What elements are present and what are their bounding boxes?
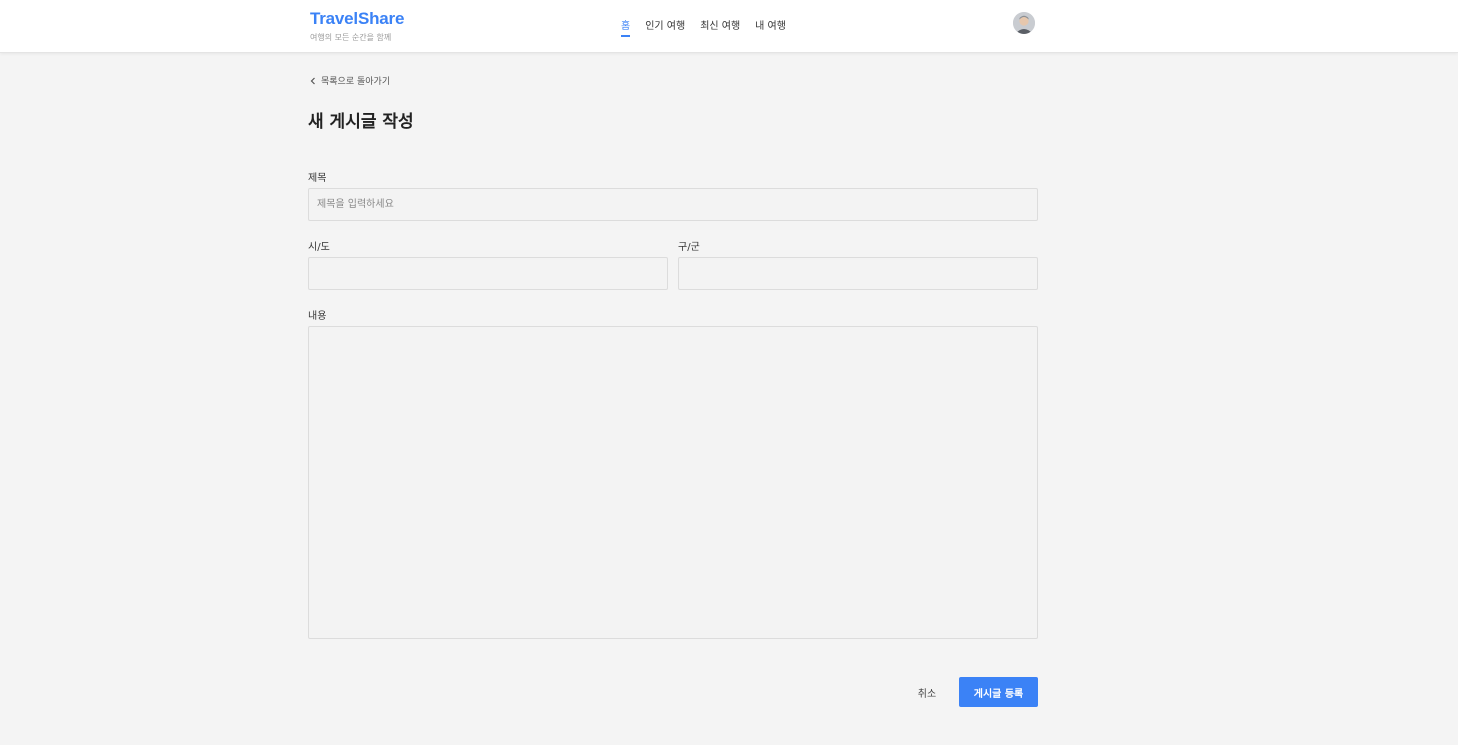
- user-avatar-icon: [1013, 12, 1035, 34]
- page-title: 새 게시글 작성: [308, 112, 414, 132]
- back-to-list-link[interactable]: 목록으로 돌아가기: [310, 74, 390, 87]
- brand[interactable]: TravelShare 여행의 모든 순간을 함께: [310, 9, 404, 43]
- user-avatar[interactable]: [1013, 12, 1035, 34]
- chevron-left-icon: [310, 77, 315, 84]
- nav-popular-trips[interactable]: 인기 여행: [645, 17, 685, 37]
- nav-home[interactable]: 홈: [621, 17, 631, 37]
- district-input[interactable]: [678, 257, 1038, 290]
- nav-latest-trips[interactable]: 최신 여행: [700, 17, 740, 37]
- brand-tagline: 여행의 모든 순간을 함께: [310, 33, 392, 42]
- district-label: 구/군: [678, 242, 700, 253]
- title-input[interactable]: [308, 188, 1038, 221]
- city-input[interactable]: [308, 257, 668, 290]
- top-header: TravelShare 여행의 모든 순간을 함께 홈 인기 여행 최신 여행 …: [0, 0, 1458, 53]
- brand-logo-text[interactable]: TravelShare: [310, 9, 404, 29]
- cancel-button[interactable]: 취소: [905, 677, 949, 707]
- main-nav: 홈 인기 여행 최신 여행 내 여행: [621, 17, 786, 37]
- title-label: 제목: [308, 173, 327, 184]
- content-label: 내용: [308, 311, 327, 322]
- submit-post-button[interactable]: 게시글 등록: [959, 677, 1038, 707]
- content-textarea[interactable]: [308, 326, 1038, 639]
- back-link-label: 목록으로 돌아가기: [321, 77, 391, 87]
- city-label: 시/도: [308, 242, 330, 253]
- nav-my-trips[interactable]: 내 여행: [755, 17, 786, 37]
